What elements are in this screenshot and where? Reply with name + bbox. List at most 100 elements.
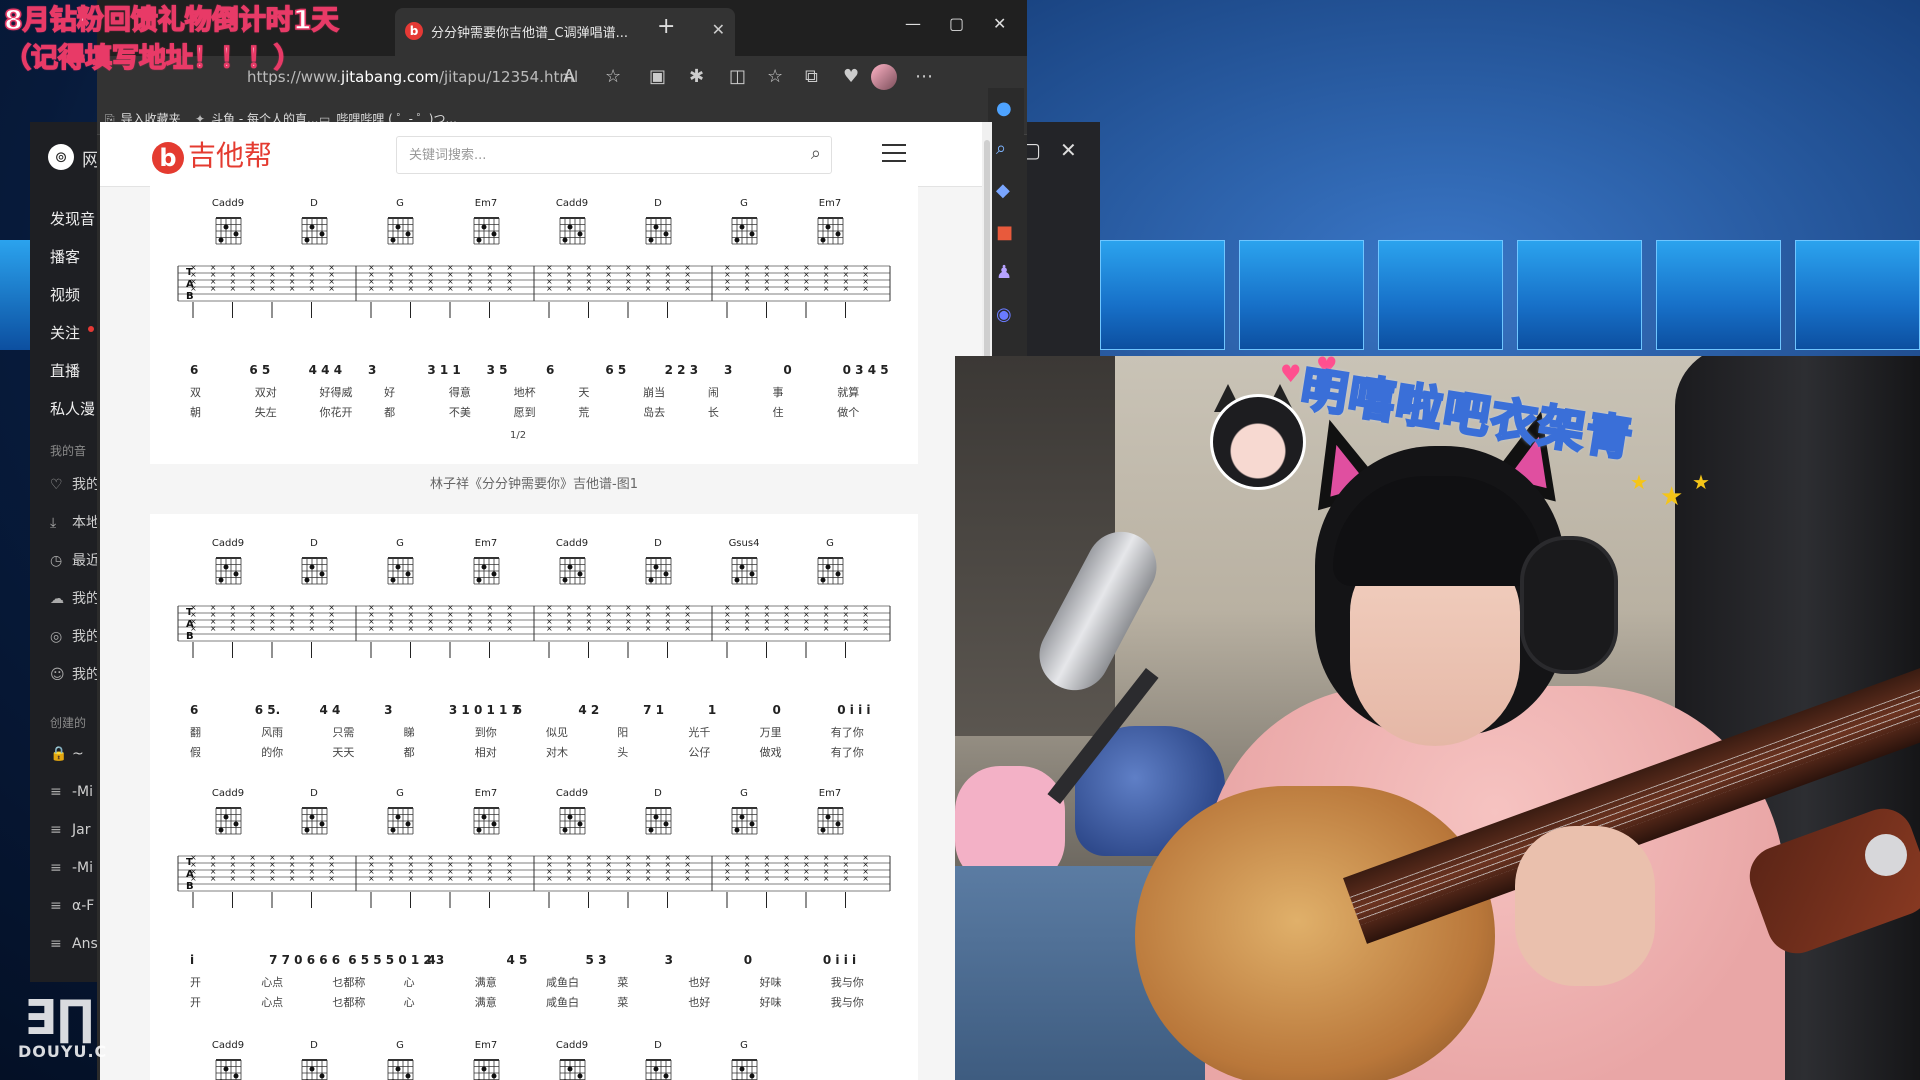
split-screen-icon[interactable]: ◫ — [729, 66, 746, 87]
extensions-icon[interactable]: ✱ — [689, 66, 704, 87]
chord-name: Cadd9 — [212, 198, 244, 209]
tab-note-number: 6 5 — [249, 363, 270, 377]
tag-icon[interactable]: ◆ — [996, 180, 1010, 201]
lyric-text: 我与你 — [831, 996, 864, 1009]
chord-dot — [304, 827, 310, 833]
chord-name: G — [396, 198, 404, 209]
tab-mark: × — [862, 624, 869, 633]
close-icon[interactable]: ✕ — [1060, 138, 1077, 162]
chord-dot — [309, 224, 315, 230]
music-nav-follow[interactable]: 关注 — [50, 322, 80, 343]
music-mine-item[interactable]: ◷ 最近 — [50, 550, 100, 570]
music-playlist-item[interactable]: ≡ Ans — [50, 936, 98, 952]
search-input[interactable] — [407, 143, 791, 167]
lyric-text: 风雨 — [261, 726, 283, 739]
performance-icon[interactable]: ♥ — [843, 66, 859, 87]
music-playlist-item[interactable]: ≡ -Mi — [50, 784, 93, 800]
tab-mark: × — [764, 624, 771, 633]
tab-mark: × — [783, 624, 790, 633]
favorites-icon[interactable]: ☆ — [767, 66, 783, 87]
close-icon[interactable]: ✕ — [993, 14, 1006, 33]
tab-active[interactable]: b 分分钟需要你吉他谱_C调弹唱谱... ✕ — [395, 8, 735, 56]
maximize-icon[interactable]: ▢ — [949, 14, 964, 33]
music-playlist-item[interactable]: ≡ -Mi — [50, 860, 93, 876]
chord-dot — [233, 231, 239, 237]
chord-dot — [390, 577, 396, 583]
profile-avatar[interactable] — [871, 64, 897, 90]
music-mine-item[interactable]: ⤓ 本地 — [50, 512, 100, 532]
chord-name: Em7 — [475, 1040, 497, 1051]
music-mine-item[interactable]: ◎ 我的 — [50, 626, 100, 646]
read-aloud-icon[interactable]: A — [563, 66, 575, 87]
music-nav-private[interactable]: 私人漫 — [50, 398, 95, 419]
lyric-text: 我与你 — [831, 976, 864, 989]
music-nav-video[interactable]: 视频 — [50, 284, 80, 305]
tab-note-number: 3 1 0 1 1 7 — [449, 703, 520, 717]
chord-name: Em7 — [475, 198, 497, 209]
chord-dot — [820, 577, 826, 583]
logo-icon: b — [152, 141, 184, 174]
favorite-star-icon[interactable]: ☆ — [605, 66, 621, 87]
chord-dot — [319, 231, 325, 237]
tab-mark: × — [269, 874, 276, 883]
music-nav-live[interactable]: 直播 — [50, 360, 80, 381]
tab-mark: × — [823, 284, 830, 293]
tab-close-icon[interactable]: ✕ — [712, 20, 725, 39]
chord-dot — [825, 224, 831, 230]
tab-mark: × — [249, 874, 256, 883]
search-icon[interactable]: ⌕ — [996, 138, 1006, 159]
chord-dot — [481, 1066, 487, 1072]
chord-dot — [835, 571, 841, 577]
tab-mark: × — [684, 874, 691, 883]
music-playlist-item[interactable]: ≡ Jar — [50, 822, 90, 838]
music-playlist-item[interactable]: ≡ α-F — [50, 898, 94, 914]
office-icon[interactable]: ◉ — [996, 304, 1012, 325]
collections-icon[interactable]: ⧉ — [805, 66, 818, 87]
lyric-text: 万里 — [760, 726, 782, 739]
music-nav-podcast[interactable]: 播客 — [50, 246, 80, 267]
chord-dot — [319, 821, 325, 827]
tab-mark: × — [823, 624, 830, 633]
chord-name: Cadd9 — [212, 538, 244, 549]
tab-mark: × — [368, 624, 375, 633]
podcast-icon: ◎ — [50, 629, 63, 645]
music-nav-discover[interactable]: 发现音 — [50, 208, 95, 229]
lyric-text: 事 — [773, 386, 784, 399]
lyric-text: 翻 — [190, 725, 201, 739]
star-icon: ★ — [1630, 470, 1648, 494]
tab-mark: × — [388, 624, 395, 633]
lyric-text: 岛去 — [643, 405, 665, 419]
user-games-icon[interactable]: ♟ — [996, 262, 1012, 283]
bell-icon[interactable]: ● — [996, 98, 1012, 119]
chord-dot — [233, 821, 239, 827]
menu-icon[interactable] — [882, 144, 906, 168]
tab-mark: × — [408, 874, 415, 883]
screenshot-icon[interactable]: ▣ — [649, 66, 666, 87]
toolbox-icon[interactable]: ■ — [996, 222, 1013, 243]
playlist-icon: ≡ — [50, 898, 62, 914]
chord-name: Em7 — [819, 788, 841, 799]
more-options-icon[interactable]: ⋯ — [915, 66, 933, 87]
playlist-icon: ≡ — [50, 822, 62, 838]
tab-mark: × — [368, 284, 375, 293]
tab-note-number: 3 5 — [487, 363, 508, 377]
tab-mark: × — [803, 284, 810, 293]
chord-dot — [319, 571, 325, 577]
new-tab-icon[interactable]: + — [657, 14, 675, 39]
lyric-text: 乜都称 — [332, 975, 365, 989]
music-mine-item[interactable]: ☺ 我的 — [50, 664, 100, 684]
music-playlist-item[interactable]: 🔒 ~ — [50, 746, 84, 762]
chord-name: G — [740, 198, 748, 209]
chord-dot — [749, 571, 755, 577]
search-icon[interactable]: ⌕ — [811, 143, 821, 164]
music-mine-item[interactable]: ☁ 我的 — [50, 588, 100, 608]
douyu-watermark: ∃∏ DOUYU.C — [18, 990, 138, 1062]
site-logo[interactable]: b 吉他帮 — [152, 134, 272, 174]
tab-note-number: 4 4 4 — [309, 363, 342, 377]
page-marker: 1/2 — [510, 430, 526, 441]
tab-mark: × — [309, 874, 316, 883]
chord-dot — [739, 564, 745, 570]
minimize-icon[interactable]: — — [905, 14, 921, 33]
music-mine-item[interactable]: ♡ 我的 — [50, 474, 100, 494]
chord-name: G — [396, 788, 404, 799]
